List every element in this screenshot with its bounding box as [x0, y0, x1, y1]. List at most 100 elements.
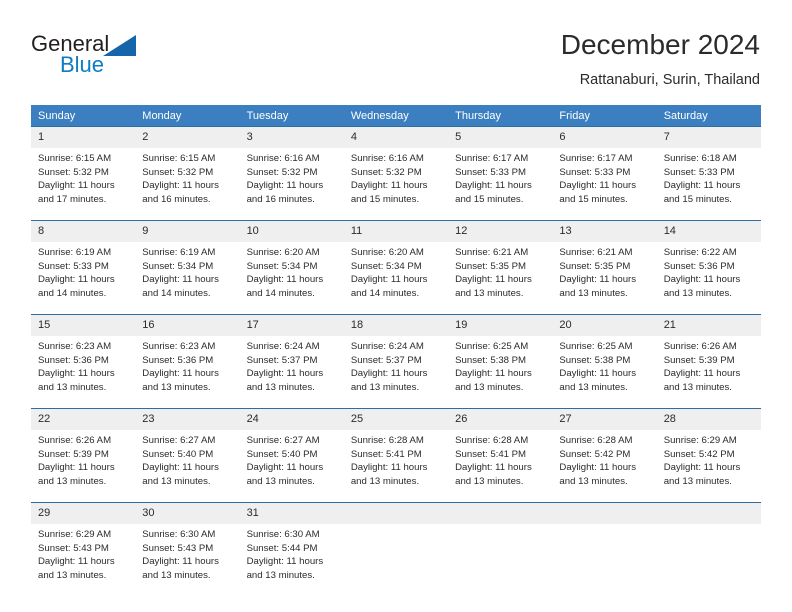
sunrise-text: Sunrise: 6:29 AM: [38, 529, 112, 540]
day-cell[interactable]: 26 Sunrise: 6:28 AM Sunset: 5:41 PM Dayl…: [448, 408, 553, 503]
day-cell[interactable]: 18 Sunrise: 6:24 AM Sunset: 5:37 PM Dayl…: [343, 314, 449, 409]
daylight-text-line1: Daylight: 11 hours: [350, 462, 428, 474]
weekday-header-saturday: Saturday: [656, 105, 761, 127]
day-details: Sunrise: 6:18 AM Sunset: 5:33 PM Dayligh…: [657, 148, 761, 220]
day-details: Sunrise: 6:17 AM Sunset: 5:33 PM Dayligh…: [448, 148, 552, 220]
sunset-text: Sunset: 5:40 PM: [246, 448, 318, 460]
sunrise-text: Sunrise: 6:27 AM: [142, 435, 216, 446]
day-cell[interactable]: 21 Sunrise: 6:26 AM Sunset: 5:39 PM Dayl…: [656, 314, 761, 409]
day-cell[interactable]: 2 Sunrise: 6:15 AM Sunset: 5:32 PM Dayli…: [135, 126, 240, 221]
sunset-text: Sunset: 5:38 PM: [455, 354, 527, 366]
daylight-text-line1: Daylight: 11 hours: [663, 180, 741, 192]
day-cell-empty: [343, 502, 449, 596]
day-details: Sunrise: 6:16 AM Sunset: 5:32 PM Dayligh…: [240, 148, 344, 220]
sunrise-text: Sunrise: 6:30 AM: [142, 529, 216, 540]
daylight-text-line2: and 13 minutes.: [38, 381, 107, 393]
day-cell[interactable]: 12 Sunrise: 6:21 AM Sunset: 5:35 PM Dayl…: [448, 220, 553, 315]
daylight-text-line1: Daylight: 11 hours: [246, 462, 324, 474]
sunset-text: Sunset: 5:32 PM: [350, 166, 422, 178]
daylight-text-line1: Daylight: 11 hours: [559, 180, 637, 192]
sunset-text: Sunset: 5:34 PM: [142, 260, 214, 272]
daylight-text-line2: and 13 minutes.: [246, 475, 315, 487]
sunrise-text: Sunrise: 6:17 AM: [559, 153, 633, 164]
sunset-text: Sunset: 5:41 PM: [350, 448, 422, 460]
daylight-text-line2: and 15 minutes.: [559, 193, 628, 205]
day-cell[interactable]: 9 Sunrise: 6:19 AM Sunset: 5:34 PM Dayli…: [135, 220, 240, 315]
day-number: 14: [656, 221, 761, 242]
daylight-text-line1: Daylight: 11 hours: [38, 462, 115, 474]
day-cell[interactable]: 22 Sunrise: 6:26 AM Sunset: 5:39 PM Dayl…: [31, 408, 136, 503]
day-details: Sunrise: 6:27 AM Sunset: 5:40 PM Dayligh…: [135, 430, 239, 502]
day-cell[interactable]: 14 Sunrise: 6:22 AM Sunset: 5:36 PM Dayl…: [656, 220, 761, 315]
day-details: Sunrise: 6:28 AM Sunset: 5:41 PM Dayligh…: [344, 430, 448, 502]
day-number: 6: [552, 127, 657, 148]
sunrise-text: Sunrise: 6:25 AM: [559, 341, 633, 352]
sunset-text: Sunset: 5:37 PM: [350, 354, 422, 366]
day-details: [448, 524, 552, 596]
day-cell[interactable]: 31 Sunrise: 6:30 AM Sunset: 5:44 PM Dayl…: [239, 502, 344, 596]
general-blue-logo: General Blue: [31, 33, 211, 85]
weekday-header-row: Sunday Monday Tuesday Wednesday Thursday…: [31, 105, 761, 127]
day-cell[interactable]: 28 Sunrise: 6:29 AM Sunset: 5:42 PM Dayl…: [656, 408, 761, 503]
daylight-text-line2: and 13 minutes.: [246, 381, 315, 393]
day-cell[interactable]: 30 Sunrise: 6:30 AM Sunset: 5:43 PM Dayl…: [135, 502, 240, 596]
day-number: 3: [239, 127, 344, 148]
day-cell[interactable]: 15 Sunrise: 6:23 AM Sunset: 5:36 PM Dayl…: [31, 314, 136, 409]
day-cell[interactable]: 8 Sunrise: 6:19 AM Sunset: 5:33 PM Dayli…: [31, 220, 136, 315]
sunset-text: Sunset: 5:33 PM: [455, 166, 527, 178]
day-details: [552, 524, 656, 596]
day-cell-empty: [552, 502, 657, 596]
sunrise-text: Sunrise: 6:28 AM: [559, 435, 633, 446]
day-details: [657, 524, 761, 596]
day-number: 23: [135, 409, 240, 430]
sunset-text: Sunset: 5:41 PM: [455, 448, 527, 460]
day-cell[interactable]: 5 Sunrise: 6:17 AM Sunset: 5:33 PM Dayli…: [448, 126, 553, 221]
location-subtitle: Rattanaburi, Surin, Thailand: [579, 72, 760, 88]
sunrise-text: Sunrise: 6:22 AM: [663, 247, 737, 258]
day-cell[interactable]: 13 Sunrise: 6:21 AM Sunset: 5:35 PM Dayl…: [552, 220, 657, 315]
sunset-text: Sunset: 5:35 PM: [455, 260, 527, 272]
day-details: Sunrise: 6:21 AM Sunset: 5:35 PM Dayligh…: [448, 242, 552, 314]
day-number: 22: [31, 409, 136, 430]
day-number: 17: [239, 315, 344, 336]
daylight-text-line2: and 14 minutes.: [38, 287, 107, 299]
day-cell[interactable]: 11 Sunrise: 6:20 AM Sunset: 5:34 PM Dayl…: [343, 220, 449, 315]
day-cell[interactable]: 19 Sunrise: 6:25 AM Sunset: 5:38 PM Dayl…: [448, 314, 553, 409]
daylight-text-line1: Daylight: 11 hours: [142, 274, 219, 286]
day-cell[interactable]: 23 Sunrise: 6:27 AM Sunset: 5:40 PM Dayl…: [135, 408, 240, 503]
day-cell[interactable]: 24 Sunrise: 6:27 AM Sunset: 5:40 PM Dayl…: [239, 408, 344, 503]
day-cell[interactable]: 16 Sunrise: 6:23 AM Sunset: 5:36 PM Dayl…: [135, 314, 240, 409]
day-details: Sunrise: 6:24 AM Sunset: 5:37 PM Dayligh…: [240, 336, 344, 408]
daylight-text-line1: Daylight: 11 hours: [38, 180, 115, 192]
daylight-text-line2: and 13 minutes.: [559, 381, 628, 393]
weekday-header-wednesday: Wednesday: [343, 105, 449, 127]
weekday-header-sunday: Sunday: [31, 105, 136, 127]
day-cell[interactable]: 10 Sunrise: 6:20 AM Sunset: 5:34 PM Dayl…: [239, 220, 344, 315]
daylight-text-line2: and 13 minutes.: [38, 569, 107, 581]
daylight-text-line1: Daylight: 11 hours: [142, 368, 219, 380]
day-cell[interactable]: 20 Sunrise: 6:25 AM Sunset: 5:38 PM Dayl…: [552, 314, 657, 409]
day-cell[interactable]: 25 Sunrise: 6:28 AM Sunset: 5:41 PM Dayl…: [343, 408, 449, 503]
sunrise-text: Sunrise: 6:19 AM: [142, 247, 216, 258]
daylight-text-line1: Daylight: 11 hours: [663, 462, 741, 474]
title-block: December 2024 Rattanaburi, Surin, Thaila…: [561, 28, 760, 90]
day-cell[interactable]: 27 Sunrise: 6:28 AM Sunset: 5:42 PM Dayl…: [552, 408, 657, 503]
sunrise-text: Sunrise: 6:27 AM: [246, 435, 320, 446]
day-cell[interactable]: 4 Sunrise: 6:16 AM Sunset: 5:32 PM Dayli…: [343, 126, 449, 221]
day-number: 10: [239, 221, 344, 242]
sunset-text: Sunset: 5:36 PM: [663, 260, 735, 272]
day-details: Sunrise: 6:19 AM Sunset: 5:33 PM Dayligh…: [31, 242, 135, 314]
day-cell[interactable]: 1 Sunrise: 6:15 AM Sunset: 5:32 PM Dayli…: [31, 126, 136, 221]
week-row: 15 Sunrise: 6:23 AM Sunset: 5:36 PM Dayl…: [31, 314, 761, 409]
page-title: December 2024: [560, 29, 760, 60]
day-cell[interactable]: 6 Sunrise: 6:17 AM Sunset: 5:33 PM Dayli…: [552, 126, 657, 221]
day-details: Sunrise: 6:16 AM Sunset: 5:32 PM Dayligh…: [344, 148, 448, 220]
day-cell[interactable]: 7 Sunrise: 6:18 AM Sunset: 5:33 PM Dayli…: [656, 126, 761, 221]
day-cell[interactable]: 3 Sunrise: 6:16 AM Sunset: 5:32 PM Dayli…: [239, 126, 344, 221]
day-cell[interactable]: 29 Sunrise: 6:29 AM Sunset: 5:43 PM Dayl…: [31, 502, 136, 596]
day-cell[interactable]: 17 Sunrise: 6:24 AM Sunset: 5:37 PM Dayl…: [239, 314, 344, 409]
day-details: Sunrise: 6:25 AM Sunset: 5:38 PM Dayligh…: [448, 336, 552, 408]
sunrise-text: Sunrise: 6:15 AM: [38, 153, 112, 164]
day-number: 28: [656, 409, 761, 430]
sunset-text: Sunset: 5:34 PM: [246, 260, 318, 272]
